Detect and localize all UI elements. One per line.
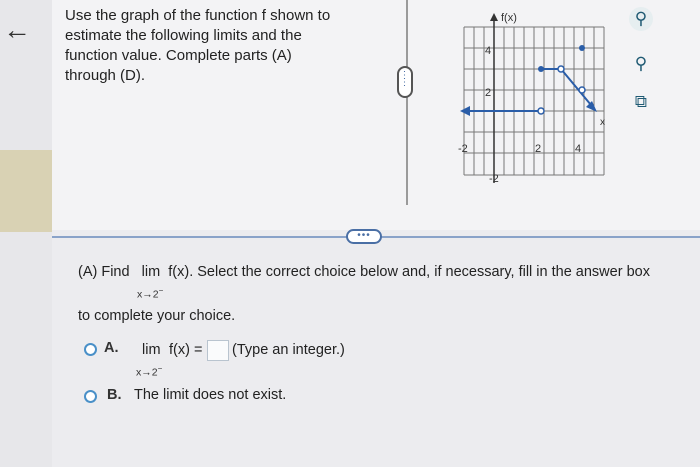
- y-tick-label: 2: [485, 87, 491, 99]
- open-point: [557, 65, 565, 73]
- part-a-instruction-line2: to complete your choice.: [78, 308, 236, 324]
- option-a-expression: f(x) =: [169, 342, 203, 358]
- approach-sup: −: [157, 364, 163, 373]
- horizontal-resize-handle[interactable]: •••: [346, 229, 382, 244]
- problem-line: through (D).: [65, 67, 146, 84]
- problem-line: function value. Complete parts (A): [65, 47, 292, 64]
- approach-text: x→2: [137, 288, 159, 301]
- option-a-letter: A.: [104, 340, 119, 356]
- approach-text: x→2: [136, 366, 158, 379]
- option-b-letter: B.: [107, 387, 122, 403]
- option-b-radio[interactable]: [84, 390, 97, 403]
- zoom-in-icon[interactable]: ⚲: [629, 7, 653, 31]
- y-axis-label: f(x): [501, 12, 517, 24]
- graph-segment-right: [560, 68, 592, 106]
- left-arrow-head-icon: [460, 106, 470, 116]
- function-graph: f(x) x 4 2 -2 -2 2 4: [458, 12, 605, 185]
- open-point: [578, 86, 586, 94]
- x-tick-label: 4: [575, 143, 581, 155]
- grip-dots-icon: ⋮ ⋮: [399, 70, 411, 88]
- left-strip: [0, 0, 52, 467]
- vertical-resize-handle[interactable]: ⋮ ⋮: [397, 66, 413, 98]
- limit-subscript: x→2−: [137, 286, 163, 301]
- lim-word: lim: [141, 264, 161, 280]
- zoom-out-icon[interactable]: ⚲: [629, 52, 653, 76]
- x-tick-label: 2: [535, 143, 541, 155]
- external-link-icon[interactable]: ⧉: [629, 90, 653, 114]
- problem-line: Use the graph of the function f shown to: [65, 7, 331, 24]
- problem-statement: Use the graph of the function f shown to…: [65, 6, 365, 86]
- option-a-lim-word: lim: [142, 342, 161, 358]
- x-axis-label: x: [600, 117, 605, 128]
- back-arrow-icon[interactable]: ←: [3, 16, 31, 44]
- open-point: [537, 107, 545, 115]
- option-b-text: The limit does not exist.: [134, 387, 287, 403]
- right-arrow-head-icon: [586, 101, 597, 112]
- part-a-prompt: (A) Find lim f(x). Select the correct ch…: [78, 264, 650, 280]
- part-a-label: (A) Find: [78, 264, 130, 280]
- y-tick-label: -2: [489, 173, 499, 185]
- x-tick-label: -2: [458, 143, 468, 155]
- option-a-hint: (Type an integer.): [232, 342, 345, 358]
- vertical-divider: [406, 0, 408, 205]
- y-tick-label: 4: [485, 45, 491, 57]
- closed-point: [538, 66, 544, 72]
- part-a-instruction: Select the correct choice below and, if …: [197, 264, 650, 280]
- side-band: [0, 150, 52, 232]
- option-a-radio[interactable]: [84, 343, 97, 356]
- approach-sup: −: [158, 286, 164, 295]
- y-axis-arrow-icon: [490, 13, 498, 21]
- problem-line: estimate the following limits and the: [65, 27, 302, 44]
- answer-input[interactable]: [207, 340, 229, 361]
- grip-dots-icon: •••: [357, 230, 371, 241]
- limit-expression: f(x).: [168, 264, 194, 280]
- closed-point: [579, 45, 585, 51]
- option-a-subscript: x→2−: [136, 364, 162, 379]
